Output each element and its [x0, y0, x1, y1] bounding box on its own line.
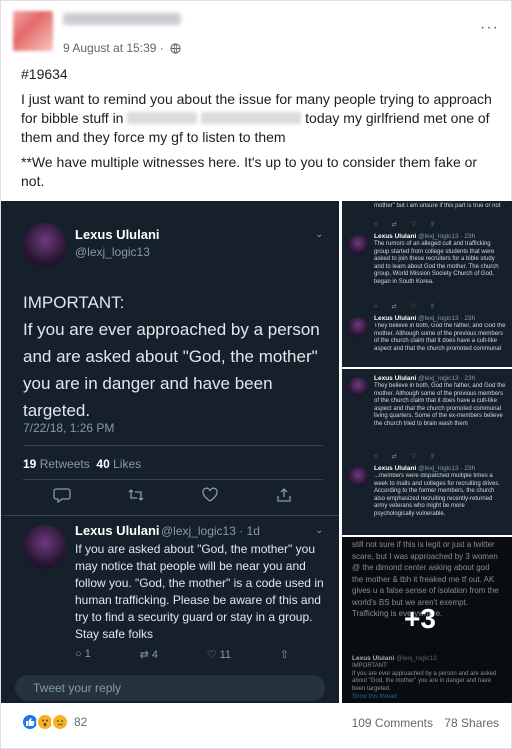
reply-placeholder: Tweet your reply: [33, 681, 122, 695]
like-count: 40: [96, 457, 110, 471]
thumb-a-handle-2: @lexj_logic13 · 23h: [418, 315, 476, 322]
post-timestamp[interactable]: 9 August at 15:39: [63, 41, 156, 55]
photo-grid: Lexus Ululani @lexj_logic13 ⌄ IMPORTANT:…: [1, 201, 512, 703]
tweet-author-handle: @lexj_logic13: [75, 245, 150, 259]
thumb-a-top-text: mother" but i am unsure if this part is …: [374, 203, 501, 209]
reply-reply: ○ 1: [75, 648, 91, 660]
more-icon[interactable]: ···: [480, 19, 499, 37]
thumb-a-body-2: They believe in both, God the father, an…: [374, 323, 506, 352]
comments-link[interactable]: 109 Comments: [352, 716, 433, 730]
thumb-a-avatar-1: [348, 235, 368, 255]
photo-thumb-3[interactable]: still not sure if this is legit or just …: [342, 537, 512, 703]
thumb-b-avatar-2: [348, 467, 368, 487]
reply-input: Tweet your reply: [15, 675, 325, 701]
tweet-date: 7/22/18, 1:26 PM: [23, 421, 115, 435]
thumb-a-name-1: Lexus Ululani @lexj_logic13 · 23h: [374, 233, 475, 240]
divider: [1, 515, 339, 516]
facebook-post-card: 9 August at 15:39 · ··· #19634 I just wa…: [0, 0, 512, 749]
post-footer: 82 109 Comments 78 Shares: [21, 709, 499, 739]
reactions[interactable]: 82: [21, 713, 87, 731]
like-label: Likes: [113, 457, 142, 471]
reply-body: If you are asked about "God, the mother"…: [75, 542, 324, 641]
thumb-a-actions: ○⇄♡⇧: [374, 222, 450, 228]
post-text-tag: #19634: [21, 66, 68, 82]
post-text: #19634 I just want to remind you about t…: [21, 65, 499, 197]
sad-reaction-icon: [51, 713, 69, 731]
post-header: 9 August at 15:39 · ···: [11, 9, 501, 55]
thumb-b-body-1: They believe in both, God the father, an…: [374, 383, 506, 427]
thumb-b-name-1: Lexus Ululani @lexj_logic13 · 23h: [374, 375, 475, 382]
tweet-body: IMPORTANT: If you are ever approached by…: [23, 293, 320, 420]
reply-like: ♡ 11: [206, 649, 232, 661]
tweet-avatar: [23, 223, 67, 267]
engagement-counts: 109 Comments 78 Shares: [344, 716, 499, 730]
reply-author-name: Lexus Ululani: [75, 523, 160, 538]
retweet-icon: [128, 489, 144, 501]
author-name-redacted[interactable]: [63, 13, 181, 25]
retweet-label: Retweets: [39, 457, 90, 471]
reply-reply-count: 1: [84, 648, 91, 660]
post-meta: 9 August at 15:39 ·: [63, 41, 181, 57]
thumb-b-avatar-1: [348, 377, 368, 397]
thumb-a-actions-2: ○⇄♡⇧: [374, 304, 450, 310]
thumb-a-body-1: The rumors of an alleged cult and traffi…: [374, 241, 499, 285]
chevron-down-icon: ⌄: [315, 229, 324, 240]
globe-icon: [170, 43, 181, 57]
thumb-b-name-1-text: Lexus Ululani: [374, 375, 417, 382]
divider: [23, 445, 323, 446]
reply-share-icon: ⇧: [279, 649, 289, 661]
photo-main[interactable]: Lexus Ululani @lexj_logic13 ⌄ IMPORTANT:…: [1, 201, 339, 703]
thumb-a-name-1-text: Lexus Ululani: [374, 233, 417, 240]
reaction-count: 82: [74, 715, 88, 729]
photo-thumb-1[interactable]: mother" but i am unsure if this part is …: [342, 201, 512, 367]
redacted-location-1: [127, 112, 198, 124]
chevron-down-icon: ⌄: [315, 525, 324, 536]
shares-link[interactable]: 78 Shares: [444, 716, 499, 730]
tweet-author-name: Lexus Ululani: [75, 227, 160, 242]
thumb-a-handle-1: @lexj_logic13 · 23h: [418, 233, 476, 240]
thumb-b-name-2-text: Lexus Ululani: [374, 465, 417, 472]
thumb-b-actions: ○⇄♡⇧: [374, 454, 450, 460]
tweet-stats: 19 Retweets 40 Likes: [23, 457, 141, 471]
thumb-b-name-2: Lexus Ululani @lexj_logic13 · 23h: [374, 465, 475, 472]
tweet-actions: [53, 487, 293, 503]
thumb-b-handle-1: @lexj_logic13 · 23h: [418, 375, 476, 382]
divider: [23, 479, 323, 480]
author-avatar[interactable]: [13, 11, 53, 51]
reply-icon: [53, 488, 71, 503]
post-text-note: **We have multiple witnesses here. It's …: [21, 154, 478, 189]
like-heart-icon: [202, 487, 218, 502]
thumb-a-avatar-2: [348, 317, 368, 337]
reply-retweet-count: 4: [151, 649, 158, 661]
redacted-location-2: [201, 112, 302, 124]
reply-like-count: 11: [219, 649, 232, 661]
reply-author-handle: @lexj_logic13 · 1d: [161, 524, 260, 538]
photo-thumb-2[interactable]: Lexus Ululani @lexj_logic13 · 23h They b…: [342, 369, 512, 535]
meta-separator: ·: [159, 41, 168, 55]
thumb-a-name-2-text: Lexus Ululani: [374, 315, 417, 322]
reply-avatar: [23, 525, 67, 569]
share-icon: [277, 488, 291, 502]
reply-retweet: ⇄ 4: [139, 649, 158, 661]
reply-actions: ○ 1 ⇄ 4 ♡ 11 ⇧: [75, 648, 289, 661]
thumb-b-handle-2: @lexj_logic13 · 23h: [418, 465, 476, 472]
post-text-body: I just want to remind you about the issu…: [21, 90, 499, 147]
thumb-a-name-2: Lexus Ululani @lexj_logic13 · 23h: [374, 315, 475, 322]
thumb-b-body-2: ...members were dispatched multiple time…: [374, 473, 501, 517]
retweet-count: 19: [23, 457, 37, 471]
more-photos-count[interactable]: +3: [404, 603, 436, 635]
